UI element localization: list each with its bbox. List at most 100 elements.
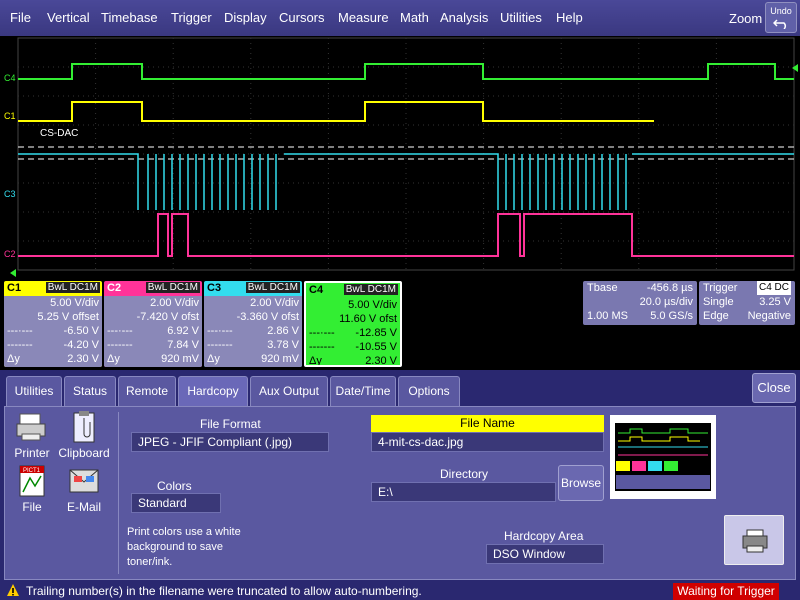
channel-id: C3: [207, 282, 222, 294]
tab-status[interactable]: Status: [64, 376, 116, 406]
email-icon: [66, 464, 102, 498]
channel-cursor1: -6.50 V: [63, 325, 99, 337]
browse-button[interactable]: Browse: [558, 465, 604, 501]
printer-icon: [14, 410, 50, 444]
timebase-samples: 1.00 MS: [587, 310, 628, 322]
channel-dy: 2.30 V: [67, 353, 99, 365]
undo-button[interactable]: Undo: [765, 2, 797, 33]
channel-cursor1: -12.85 V: [355, 327, 397, 339]
timebase-tdiv: 20.0 µs/div: [639, 296, 693, 308]
menu-help[interactable]: Help: [556, 10, 583, 25]
file-format-label: File Format: [200, 417, 261, 431]
trace-c2: [18, 213, 794, 257]
channel-dy: 920 mV: [261, 353, 299, 365]
timebase-rate: 5.0 GS/s: [650, 310, 693, 322]
channel-offset: -7.420 V ofst: [136, 311, 199, 323]
file-name-input[interactable]: 4-mit-cs-dac.jpg: [371, 432, 604, 452]
undo-icon: [772, 19, 787, 30]
tab-hardcopy[interactable]: Hardcopy: [178, 376, 248, 408]
menu-measure[interactable]: Measure: [338, 10, 389, 25]
print-button[interactable]: [724, 515, 784, 565]
close-button[interactable]: Close: [752, 373, 796, 403]
marker-c4: C4: [4, 73, 16, 83]
printer-button[interactable]: Printer: [6, 410, 58, 460]
trigger-coupling: DC: [774, 282, 789, 293]
menu-vertical[interactable]: Vertical: [47, 10, 90, 25]
channel-dy-label: Δy: [7, 353, 20, 365]
channel-cursor2: 7.84 V: [167, 339, 199, 351]
trace-c3: [18, 153, 794, 210]
trigger-mode: Single: [703, 296, 734, 308]
menu-analysis[interactable]: Analysis: [440, 10, 488, 25]
menu-timebase[interactable]: Timebase: [101, 10, 158, 25]
trace-c1: [18, 101, 654, 122]
hardcopy-area-select[interactable]: DSO Window: [486, 544, 604, 564]
undo-label: Undo: [770, 6, 792, 16]
channel-vdiv: 5.00 V/div: [50, 297, 99, 309]
trigger-status-badge: Waiting for Trigger: [673, 583, 779, 600]
directory-input[interactable]: E:\: [371, 482, 556, 502]
email-button[interactable]: E-Mail: [58, 464, 110, 514]
channel-offset: 5.25 V offset: [37, 311, 99, 323]
colors-select[interactable]: Standard: [131, 493, 221, 513]
warning-icon: [7, 584, 19, 596]
channel-cursor1: 6.92 V: [167, 325, 199, 337]
channel-dy-label: Δy: [107, 353, 120, 365]
tab-aux-output[interactable]: Aux Output: [250, 376, 328, 406]
channel-box-c4[interactable]: C4 BwL DC1M 5.00 V/div 11.60 V ofst ---·-…: [304, 281, 402, 367]
status-message: Trailing number(s) in the filename were …: [26, 584, 422, 598]
trigger-level-marker: [792, 64, 798, 72]
trigger-label: Trigger: [703, 282, 738, 294]
panel-divider: [118, 412, 119, 574]
tab-remote[interactable]: Remote: [118, 376, 176, 406]
channel-box-c1[interactable]: C1 BwL DC1M 5.00 V/div 5.25 V offset ---·…: [4, 281, 102, 367]
menu-display[interactable]: Display: [224, 10, 267, 25]
channel-box-c3[interactable]: C3 BwL DC1M 2.00 V/div -3.360 V ofst ---·…: [204, 281, 302, 367]
printer-label: Printer: [14, 446, 50, 460]
hardcopy-area-label: Hardcopy Area: [504, 529, 584, 543]
menu-file[interactable]: File: [10, 10, 31, 25]
channel-vdiv: 5.00 V/div: [348, 299, 397, 311]
menu-bar: File Vertical Timebase Trigger Display C…: [0, 0, 800, 36]
channel-dy: 920 mV: [161, 353, 199, 365]
file-icon: PICT1: [14, 464, 50, 498]
directory-label: Directory: [440, 467, 489, 481]
file-label: File: [22, 500, 42, 514]
menu-cursors[interactable]: Cursors: [279, 10, 325, 25]
marker-c1: C1: [4, 111, 16, 121]
trigger-box[interactable]: Trigger C4 DC Single 3.25 V Edge Negative: [699, 281, 795, 325]
channel-box-c2[interactable]: C2 BwL DC1M 2.00 V/div -7.420 V ofst ---·…: [104, 281, 202, 367]
channel-offset: -3.360 V ofst: [236, 311, 299, 323]
email-label: E-Mail: [66, 500, 101, 514]
tab-options[interactable]: Options: [398, 376, 460, 406]
colors-label: Colors: [157, 479, 192, 493]
trace-annotation: CS-DAC: [40, 128, 78, 139]
menu-math[interactable]: Math: [400, 10, 429, 25]
channel-dy-label: Δy: [309, 355, 322, 367]
channel-cursor2: -4.20 V: [63, 339, 99, 351]
channel-vdiv: 2.00 V/div: [150, 297, 199, 309]
file-format-select[interactable]: JPEG - JFIF Compliant (.jpg): [131, 432, 329, 452]
zoom-label[interactable]: Zoom: [729, 11, 762, 26]
file-icon-text: PICT1: [23, 468, 41, 474]
channel-dy-label: Δy: [207, 353, 220, 365]
menu-utilities[interactable]: Utilities: [500, 10, 542, 25]
marker-c3: C3: [4, 189, 16, 199]
channel-tags: BwL DC1M: [245, 282, 300, 293]
print-colors-note: Print colors use a white background to s…: [127, 526, 241, 568]
channel-tags: BwL DC1M: [343, 284, 398, 295]
trigger-type: Edge: [703, 310, 729, 322]
trigger-position-marker: [10, 269, 16, 277]
clipboard-button[interactable]: Clipboard: [58, 410, 110, 460]
timebase-box[interactable]: Tbase -456.8 µs 20.0 µs/div 1.00 MS 5.0 GS…: [583, 281, 697, 325]
channel-offset: 11.60 V ofst: [339, 313, 397, 325]
channel-id: C1: [7, 282, 22, 294]
tab-date-time[interactable]: Date/Time: [330, 376, 396, 406]
channel-cursor2: -10.55 V: [355, 341, 397, 353]
waveform-display[interactable]: C4 C1 C3 C2 CS-DAC: [0, 36, 800, 280]
channel-id: C4: [309, 284, 324, 296]
menu-trigger[interactable]: Trigger: [171, 10, 212, 25]
tab-utilities[interactable]: Utilities: [6, 376, 62, 406]
file-button[interactable]: PICT1 File: [6, 464, 58, 514]
trigger-slope: Negative: [747, 310, 791, 322]
